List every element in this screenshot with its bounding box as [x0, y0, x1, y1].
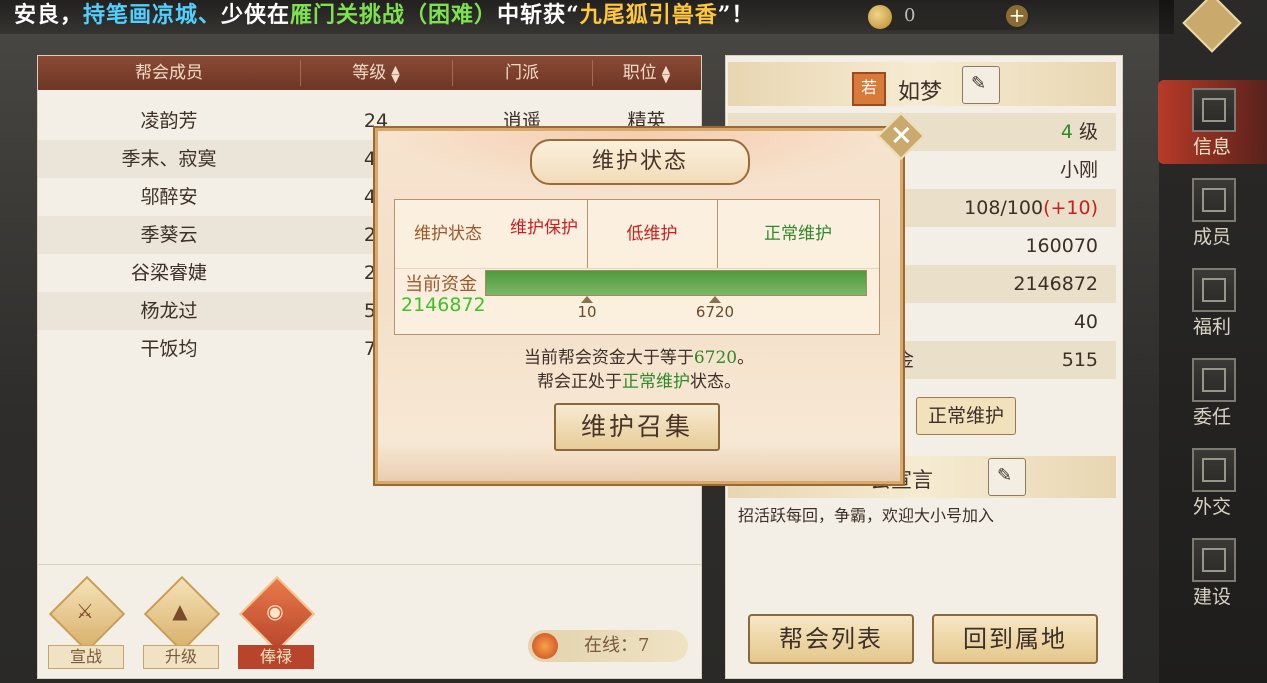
sort-icon: ▲ ▼	[661, 62, 671, 85]
edit-declaration-button[interactable]: ✎	[988, 458, 1026, 496]
welfare-icon	[1192, 268, 1236, 312]
guild-stat-value: 40	[1073, 311, 1098, 333]
guild-level-value: 4 级	[1060, 121, 1098, 143]
member-name: 凌韵芳	[140, 110, 198, 132]
diplomacy-icon	[1192, 448, 1236, 492]
online-count-badge: 在线：7	[528, 630, 688, 662]
guild-badge-icon: 若	[852, 72, 886, 106]
fund-progress-bar	[485, 270, 867, 296]
fund-progress-fill	[486, 271, 866, 295]
member-name: 谷梁睿婕	[130, 262, 207, 284]
declare-war-label: 宣战	[48, 645, 124, 669]
online-count: 在线：7	[584, 635, 650, 656]
ticker-part: ”！	[717, 2, 755, 28]
upgrade-label: 升级	[143, 645, 219, 669]
gold-ingot-icon	[868, 5, 892, 29]
funds-detail-value: 515	[1061, 349, 1098, 371]
upgrade-button[interactable]: ▲ 升级	[143, 575, 221, 673]
guild-member-count: 108/100(+10)	[964, 197, 1098, 219]
status-low: 低维护	[626, 224, 678, 244]
flame-icon	[532, 633, 558, 659]
add-currency-button[interactable]: +	[1006, 5, 1028, 27]
table-divider	[395, 268, 879, 269]
nav-label: 外交	[1192, 496, 1231, 518]
guild-name: 如梦	[898, 80, 943, 105]
nav-item-appoint[interactable]: 委任	[1180, 354, 1244, 436]
guild-name-banner: 若 如梦 ✎	[728, 62, 1116, 106]
ticker-part: 中斩获“	[497, 2, 580, 28]
status-normal: 正常维护	[764, 224, 832, 244]
nav-item-build[interactable]: 建设	[1180, 534, 1244, 616]
member-name: 杨龙过	[140, 300, 198, 322]
ticker-part: 安良，	[14, 2, 84, 28]
ticker-part: 少侠在	[221, 2, 291, 28]
nav-label: 成员	[1192, 226, 1231, 248]
nav-label: 委任	[1192, 406, 1231, 428]
member-name: 季葵云	[140, 224, 198, 246]
dialog-title: 维护状态	[530, 139, 750, 185]
return-home-button[interactable]: 回到属地	[932, 614, 1098, 664]
nav-label: 信息	[1192, 136, 1231, 158]
edit-name-button[interactable]: ✎	[962, 66, 1000, 104]
ticker-location: 雁门关挑战（困难）	[290, 2, 498, 28]
declare-war-button[interactable]: ⚔ 宣战	[48, 575, 126, 673]
salary-label: 俸禄	[238, 645, 314, 669]
appoint-icon	[1192, 358, 1236, 402]
fund-value: 2146872	[401, 294, 486, 316]
dialog-message-2: 帮会正处于正常维护状态。	[537, 372, 741, 392]
dialog-message-1: 当前帮会资金大于等于6720。	[523, 348, 755, 368]
maintenance-status-button[interactable]: 正常维护	[916, 397, 1016, 435]
guild-funds-value: 2146872	[1013, 273, 1098, 295]
tick-normal: 6720	[695, 296, 735, 321]
sword-glyph: ⚔	[76, 599, 94, 623]
declaration-text: 招活跃每回，争霸，欢迎大小号加入	[738, 506, 995, 525]
nav-label: 建设	[1192, 586, 1231, 608]
currency-gold: 0 +	[868, 4, 1030, 30]
maintenance-status-dialog: 维护状态 维护状态 维护保护 低维护 正常维护 当前资金 2146872 10 …	[375, 111, 926, 484]
member-table-header: 帮会成员 等级 ▲ ▼ 门派 职位 ▲ ▼	[38, 56, 701, 90]
nav-item-welfare[interactable]: 福利	[1180, 264, 1244, 346]
header-member: 帮会成员	[135, 63, 203, 83]
pen-icon: ✎	[997, 465, 1013, 486]
status-label: 维护状态	[414, 224, 482, 244]
nav-item-members[interactable]: 成员	[1180, 174, 1244, 256]
member-name: 季末、寂寞	[121, 148, 217, 170]
nav-item-info[interactable]: 信息	[1180, 84, 1244, 166]
guild-leader: 小刚	[1059, 159, 1098, 181]
pen-icon: ✎	[971, 73, 987, 94]
member-name: 邬醉安	[140, 186, 198, 208]
guild-stat-value: 160070	[1025, 235, 1098, 257]
member-name: 干饭均	[140, 338, 198, 360]
ticker-item: 九尾狐引兽香	[579, 2, 718, 28]
ticker-player-name: 持笔画凉城、	[83, 2, 222, 28]
fund-label: 当前资金	[405, 274, 477, 295]
sort-icon: ▲ ▼	[391, 62, 400, 85]
info-scroll-icon	[1192, 88, 1236, 132]
tick-low: 10	[567, 296, 607, 321]
nav-label: 福利	[1192, 316, 1231, 338]
coin-glyph: ◉	[266, 599, 284, 623]
status-protect: 维护保护	[510, 218, 578, 238]
maintenance-table: 维护状态 维护保护 低维护 正常维护 当前资金 2146872 10 6720	[394, 199, 880, 335]
build-icon	[1192, 538, 1236, 582]
banner-glyph: ▲	[172, 599, 188, 623]
maintenance-summon-button[interactable]: 维护召集	[554, 403, 720, 451]
members-icon	[1192, 178, 1236, 222]
header-level[interactable]: 等级 ▲ ▼	[300, 56, 452, 90]
nav-item-diplomacy[interactable]: 外交	[1180, 444, 1244, 526]
header-position[interactable]: 职位 ▲ ▼	[592, 56, 701, 90]
guild-list-button[interactable]: 帮会列表	[748, 614, 914, 664]
header-sect: 门派	[505, 63, 539, 83]
divider	[38, 564, 701, 565]
salary-button[interactable]: ◉ 俸禄	[238, 575, 316, 673]
currency-value: 0	[904, 5, 916, 26]
